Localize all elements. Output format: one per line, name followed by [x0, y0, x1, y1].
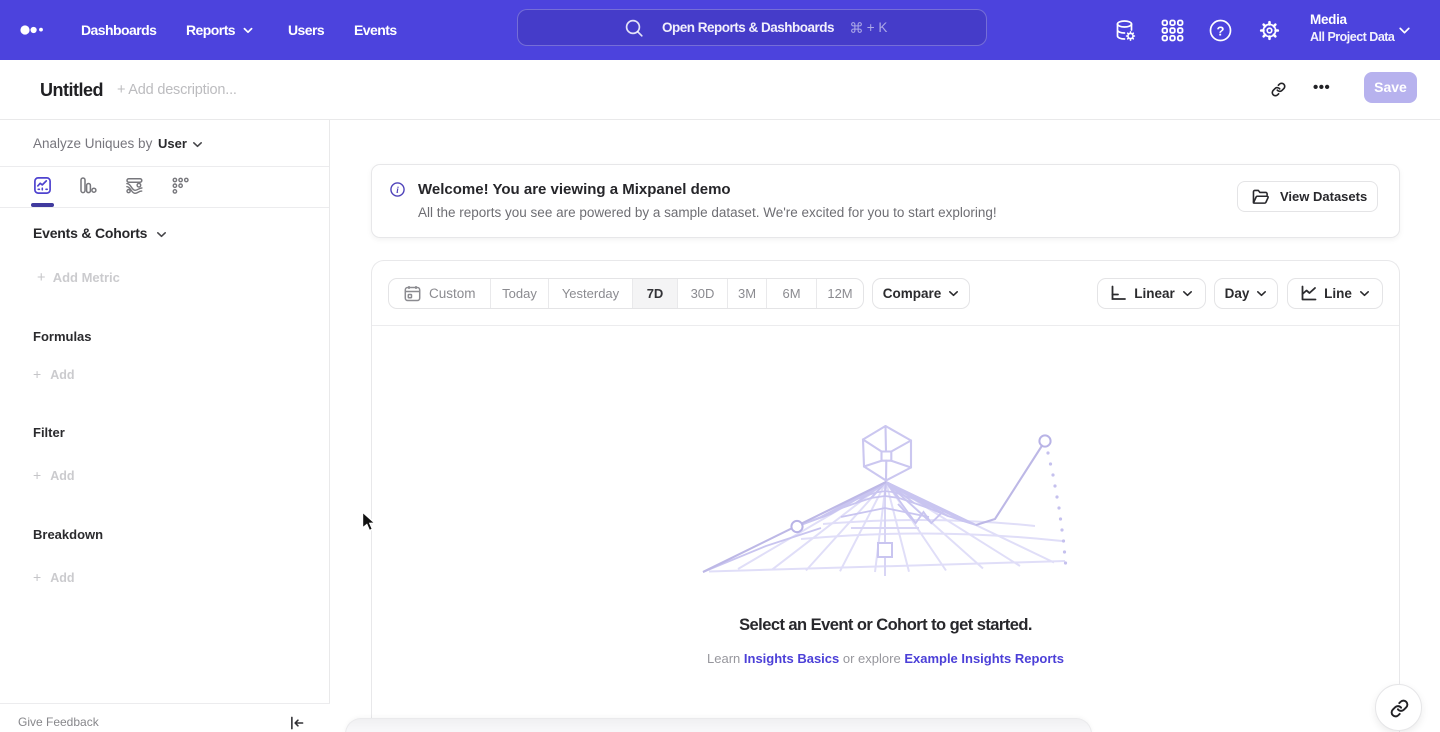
- svg-text:?: ?: [1217, 23, 1225, 38]
- svg-text:i: i: [396, 185, 399, 195]
